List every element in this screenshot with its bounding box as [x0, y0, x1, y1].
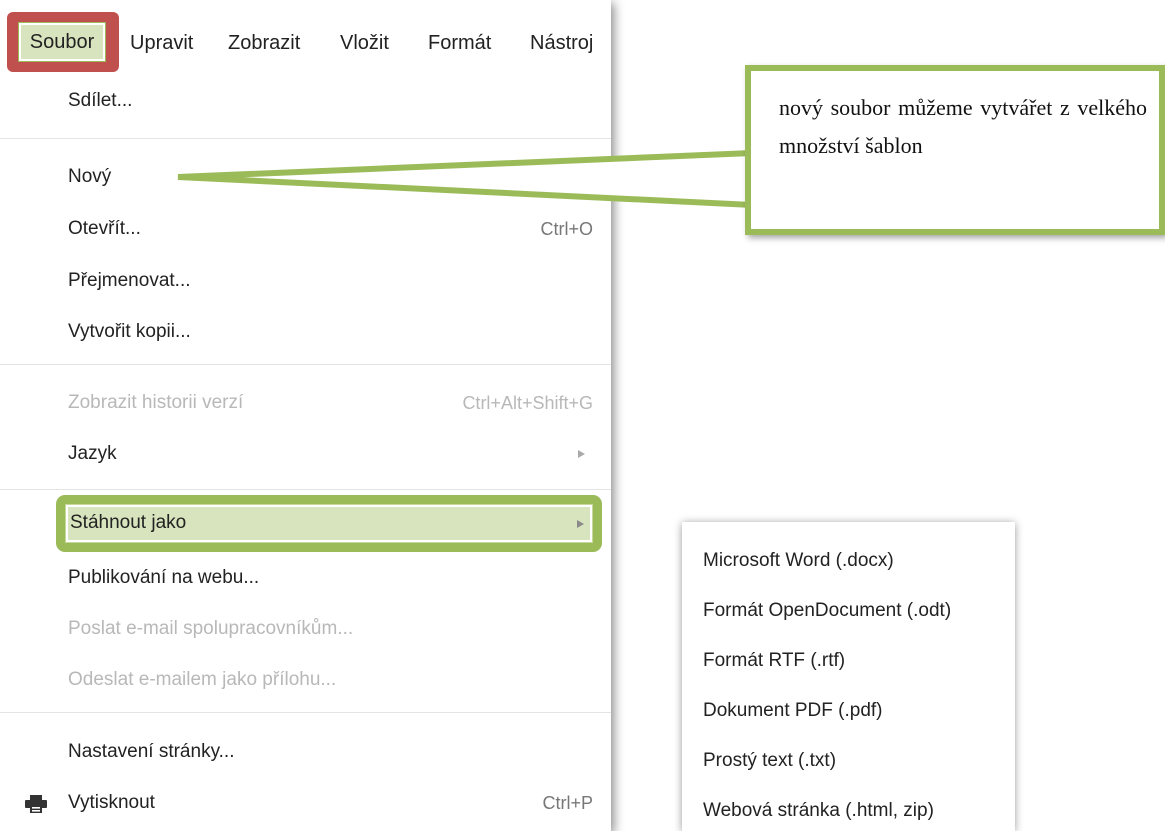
file-menu-panel: Soubor Upravit Zobrazit Vložit Formát Ná… [0, 0, 611, 831]
history-shortcut: Ctrl+Alt+Shift+G [462, 393, 593, 413]
menu-item-page-setup[interactable]: Nastavení stránky... [68, 741, 235, 763]
menu-separator [0, 712, 611, 713]
menu-item-new[interactable]: Nový [68, 166, 111, 188]
menu-separator [0, 489, 611, 490]
menu-item-publish[interactable]: Publikování na webu... [68, 567, 259, 589]
menu-item-email-collaborators: Poslat e-mail spolupracovníkům... [68, 618, 354, 639]
menu-item-rename[interactable]: Přejmenovat... [68, 270, 191, 292]
menu-item-open[interactable]: Otevřít... [68, 218, 141, 240]
menu-item-version-history: Zobrazit historii verzí [68, 392, 244, 413]
menubar-soubor[interactable]: Soubor [18, 22, 106, 62]
download-submenu: Microsoft Word (.docx) Formát OpenDocume… [682, 522, 1015, 831]
print-shortcut: Ctrl+P [542, 793, 593, 813]
submenu-item-html[interactable]: Webová stránka (.html, zip) [703, 800, 934, 822]
submenu-item-pdf[interactable]: Dokument PDF (.pdf) [703, 700, 883, 722]
menubar-zobrazit[interactable]: Zobrazit [228, 32, 300, 55]
callout-text: nový soubor můžeme vytvářet z velkého mn… [779, 95, 1147, 158]
open-shortcut: Ctrl+O [540, 219, 593, 239]
submenu-arrow-icon [578, 450, 585, 458]
submenu-item-docx[interactable]: Microsoft Word (.docx) [703, 550, 894, 572]
menubar-upravit[interactable]: Upravit [130, 32, 193, 55]
submenu-item-odt[interactable]: Formát OpenDocument (.odt) [703, 600, 951, 622]
menu-item-download-as[interactable]: Stáhnout jako [65, 504, 593, 543]
submenu-item-txt[interactable]: Prostý text (.txt) [703, 750, 836, 772]
menubar-nastroje[interactable]: Nástroj [530, 32, 593, 55]
printer-icon [25, 795, 47, 813]
menubar-format[interactable]: Formát [428, 32, 491, 55]
menu-item-share[interactable]: Sdílet... [68, 90, 132, 112]
menu-item-email-attachment: Odeslat e-mailem jako přílohu... [68, 669, 337, 690]
download-as-label: Stáhnout jako [70, 512, 187, 533]
submenu-arrow-icon [577, 520, 584, 528]
submenu-item-rtf[interactable]: Formát RTF (.rtf) [703, 650, 845, 672]
callout-box: nový soubor můžeme vytvářet z velkého mn… [745, 65, 1165, 235]
menu-separator [0, 138, 611, 139]
menu-separator [0, 364, 611, 365]
menu-item-language[interactable]: Jazyk [68, 443, 117, 465]
menubar-vlozit[interactable]: Vložit [340, 32, 389, 55]
menu-item-copy[interactable]: Vytvořit kopii... [68, 321, 191, 343]
menu-item-print[interactable]: Vytisknout [68, 792, 155, 814]
